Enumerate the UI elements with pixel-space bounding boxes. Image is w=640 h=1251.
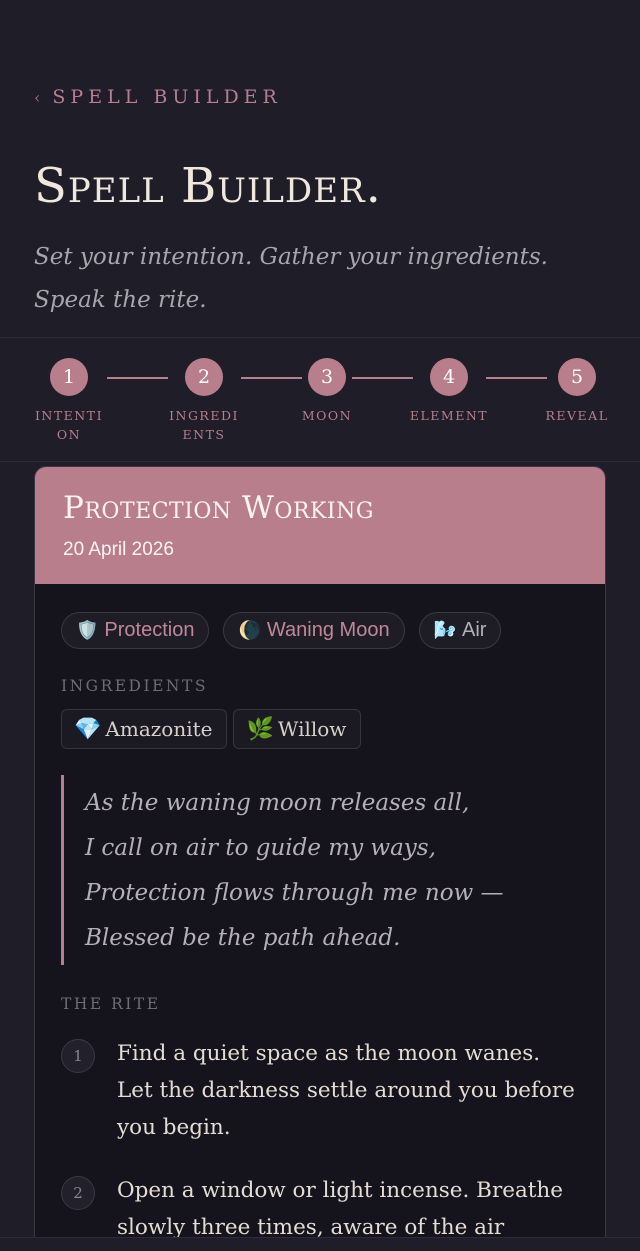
tag-label: Air [461, 619, 487, 641]
tag-waning-moon: 🌘 Waning Moon [223, 612, 405, 649]
rite-step-text: Find a quiet space as the moon wanes. Le… [117, 1041, 575, 1140]
step-label: MOON [301, 408, 353, 423]
step-intention[interactable]: 1 INTENTI ON [19, 358, 119, 444]
step-number: 4 [430, 358, 468, 396]
tag-label: Protection [104, 619, 195, 641]
tag-protection: 🛡️ Protection [61, 612, 210, 649]
waning-moon-icon: 🌘 [238, 620, 261, 640]
ingredient-list: 💎 Amazonite 🌿 Willow [61, 709, 579, 749]
verse-line: Blessed be the path ahead. [85, 925, 401, 951]
spell-date: 20 April 2026 [63, 539, 174, 560]
verse-line: I call on air to guide my ways, [85, 835, 436, 861]
bottom-nav-bar [0, 1237, 640, 1251]
step-number: 5 [558, 358, 596, 396]
rite-step-number: 1 [61, 1039, 95, 1073]
tag-air: 🌬️ Air [418, 612, 502, 649]
spell-tags: 🛡️ Protection 🌘 Waning Moon 🌬️ Air [61, 612, 579, 649]
step-number: 3 [308, 358, 346, 396]
page-title: Spell Builder. [34, 158, 382, 214]
rite-step: 1 Find a quiet space as the moon wanes. … [61, 1035, 579, 1146]
ingredient-amazonite: 💎 Amazonite [61, 709, 228, 749]
back-label: SPELL BUILDER [52, 86, 282, 108]
step-number: 2 [185, 358, 223, 396]
step-label: INGREDI ENTS [169, 408, 239, 442]
chevron-left-icon: ‹ [34, 87, 41, 107]
step-label: REVEAL [545, 408, 609, 423]
spell-title: Protection Working [63, 490, 374, 526]
verse-line: Protection flows through me now — [85, 880, 504, 906]
wind-icon: 🌬️ [433, 620, 456, 640]
step-number: 1 [50, 358, 88, 396]
step-progress: 1 INTENTI ON 2 INGREDI ENTS 3 MOON 4 ELEME… [0, 338, 640, 462]
page-subtitle: Set your intention. Gather your ingredie… [34, 244, 548, 313]
rite-step: 2 Open a window or light incense. Breath… [61, 1172, 579, 1246]
step-label: INTENTI ON [34, 408, 104, 442]
ingredient-label: Willow [277, 717, 347, 741]
tag-label: Waning Moon [266, 619, 390, 641]
ingredients-heading: INGREDIENTS [61, 677, 208, 695]
herb-icon: 🌿 [246, 716, 274, 742]
ingredient-label: Amazonite [105, 717, 213, 741]
step-ingredients[interactable]: 2 INGREDI ENTS [154, 358, 254, 444]
spell-card: Protection Working 20 April 2026 🛡️ Prot… [34, 466, 606, 1251]
spell-card-body: 🛡️ Protection 🌘 Waning Moon 🌬️ Air INGRE… [35, 584, 605, 1246]
rite-step-number: 2 [61, 1176, 95, 1210]
gem-icon: 💎 [74, 716, 102, 742]
step-label: ELEMENT [409, 408, 489, 423]
step-reveal[interactable]: 5 REVEAL [527, 358, 627, 425]
rite-heading: THE RITE [61, 995, 161, 1013]
ingredient-willow: 🌿 Willow [233, 709, 362, 749]
rite-steps: 1 Find a quiet space as the moon wanes. … [61, 1035, 579, 1246]
incantation-verse: As the waning moon releases all, I call … [61, 775, 579, 965]
back-link[interactable]: ‹ SPELL BUILDER [34, 84, 606, 110]
verse-line: As the waning moon releases all, [85, 790, 470, 816]
shield-icon: 🛡️ [76, 620, 99, 640]
step-element[interactable]: 4 ELEMENT [399, 358, 499, 425]
page-header: ‹ SPELL BUILDER Spell Builder. Set your … [0, 0, 640, 338]
rite-step-text: Open a window or light incense. Breathe … [117, 1178, 563, 1240]
spell-card-header: Protection Working 20 April 2026 [35, 467, 605, 584]
step-moon[interactable]: 3 MOON [277, 358, 377, 425]
